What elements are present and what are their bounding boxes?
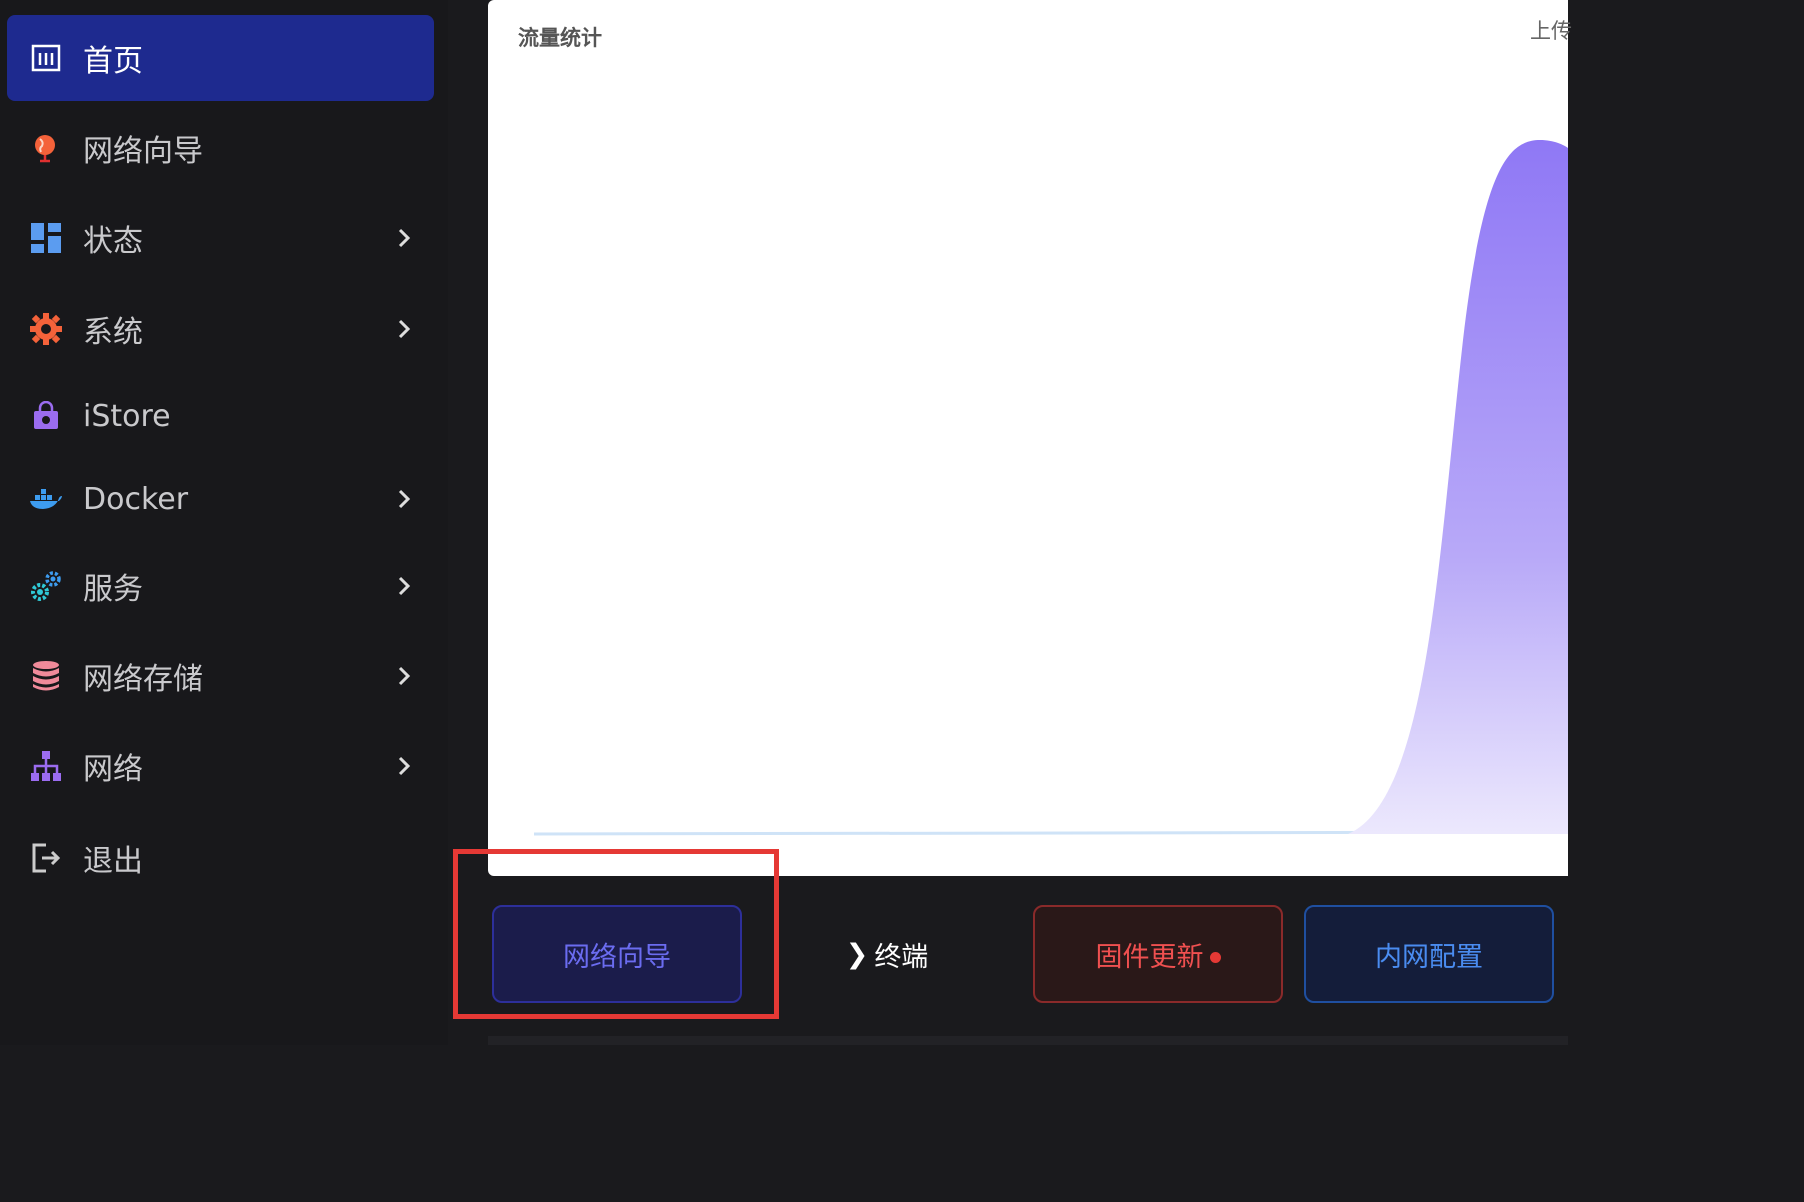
sidebar-item-label: 状态 bbox=[83, 224, 143, 259]
chevron-right-icon bbox=[392, 317, 416, 341]
sidebar-item-system[interactable]: 系统 bbox=[7, 286, 434, 372]
legend-upload[interactable]: 上传 bbox=[1530, 15, 1572, 45]
sidebar-item-docker[interactable]: Docker bbox=[7, 456, 434, 542]
upload-area-series bbox=[1348, 140, 1568, 834]
terminal-button[interactable]: ❯ 终端 bbox=[762, 905, 1012, 1003]
button-label: 内网配置 bbox=[1375, 941, 1483, 973]
chevron-right-icon bbox=[392, 664, 416, 688]
chevron-right-icon bbox=[392, 754, 416, 778]
traffic-stats-card: 流量统计 上传 bbox=[488, 0, 1572, 876]
chevron-right-icon bbox=[392, 226, 416, 250]
sidebar-item-status[interactable]: 状态 bbox=[7, 195, 434, 281]
firmware-update-button[interactable]: 固件更新 bbox=[1033, 905, 1283, 1003]
globe-icon bbox=[29, 131, 63, 165]
sidebar-item-label: Docker bbox=[83, 481, 189, 517]
sidebar-item-label: 网络 bbox=[83, 752, 143, 787]
sidebar-item-network-wizard[interactable]: 网络向导 bbox=[7, 105, 434, 191]
sidebar-item-label: 首页 bbox=[83, 44, 143, 79]
sidebar-item-label: 网络向导 bbox=[83, 134, 203, 169]
sidebar-item-network-storage[interactable]: 网络存储 bbox=[7, 633, 434, 719]
chevron-right-icon bbox=[392, 574, 416, 598]
sidebar-item-label: iStore bbox=[83, 398, 171, 434]
sidebar-item-home[interactable]: 首页 bbox=[7, 15, 434, 101]
sidebar-item-label: 网络存储 bbox=[83, 662, 203, 697]
button-label: 终端 bbox=[874, 941, 929, 973]
dashboard-icon bbox=[29, 41, 63, 75]
sidebar-item-istore[interactable]: iStore bbox=[7, 373, 434, 459]
sidebar: 首页 网络向导 状态 系统 iStore Docker 服务 网络存储 网络 退… bbox=[0, 0, 448, 1045]
gear-icon bbox=[29, 312, 63, 346]
sidebar-item-services[interactable]: 服务 bbox=[7, 543, 434, 629]
card-title: 流量统计 bbox=[518, 26, 602, 50]
traffic-chart bbox=[533, 140, 1568, 836]
logout-icon bbox=[29, 841, 63, 875]
sidebar-item-label: 系统 bbox=[83, 315, 143, 350]
network-tree-icon bbox=[29, 749, 63, 783]
notification-dot bbox=[1209, 951, 1221, 963]
sidebar-item-network[interactable]: 网络 bbox=[7, 723, 434, 809]
sidebar-item-label: 退出 bbox=[83, 844, 143, 879]
docker-icon bbox=[29, 482, 63, 516]
sidebar-item-label: 服务 bbox=[83, 572, 143, 607]
lan-config-button[interactable]: 内网配置 bbox=[1304, 905, 1554, 1003]
highlight-annotation bbox=[453, 849, 779, 1019]
button-label: 固件更新 bbox=[1095, 941, 1204, 973]
database-icon bbox=[29, 659, 63, 693]
services-cogs-icon bbox=[29, 569, 63, 603]
next-card-edge bbox=[488, 1036, 1568, 1045]
status-grid-icon bbox=[29, 221, 63, 255]
shopping-bag-icon bbox=[29, 399, 63, 433]
chevron-right-icon bbox=[392, 487, 416, 511]
sidebar-item-logout[interactable]: 退出 bbox=[7, 815, 434, 901]
prompt-icon: ❯ bbox=[845, 938, 869, 970]
